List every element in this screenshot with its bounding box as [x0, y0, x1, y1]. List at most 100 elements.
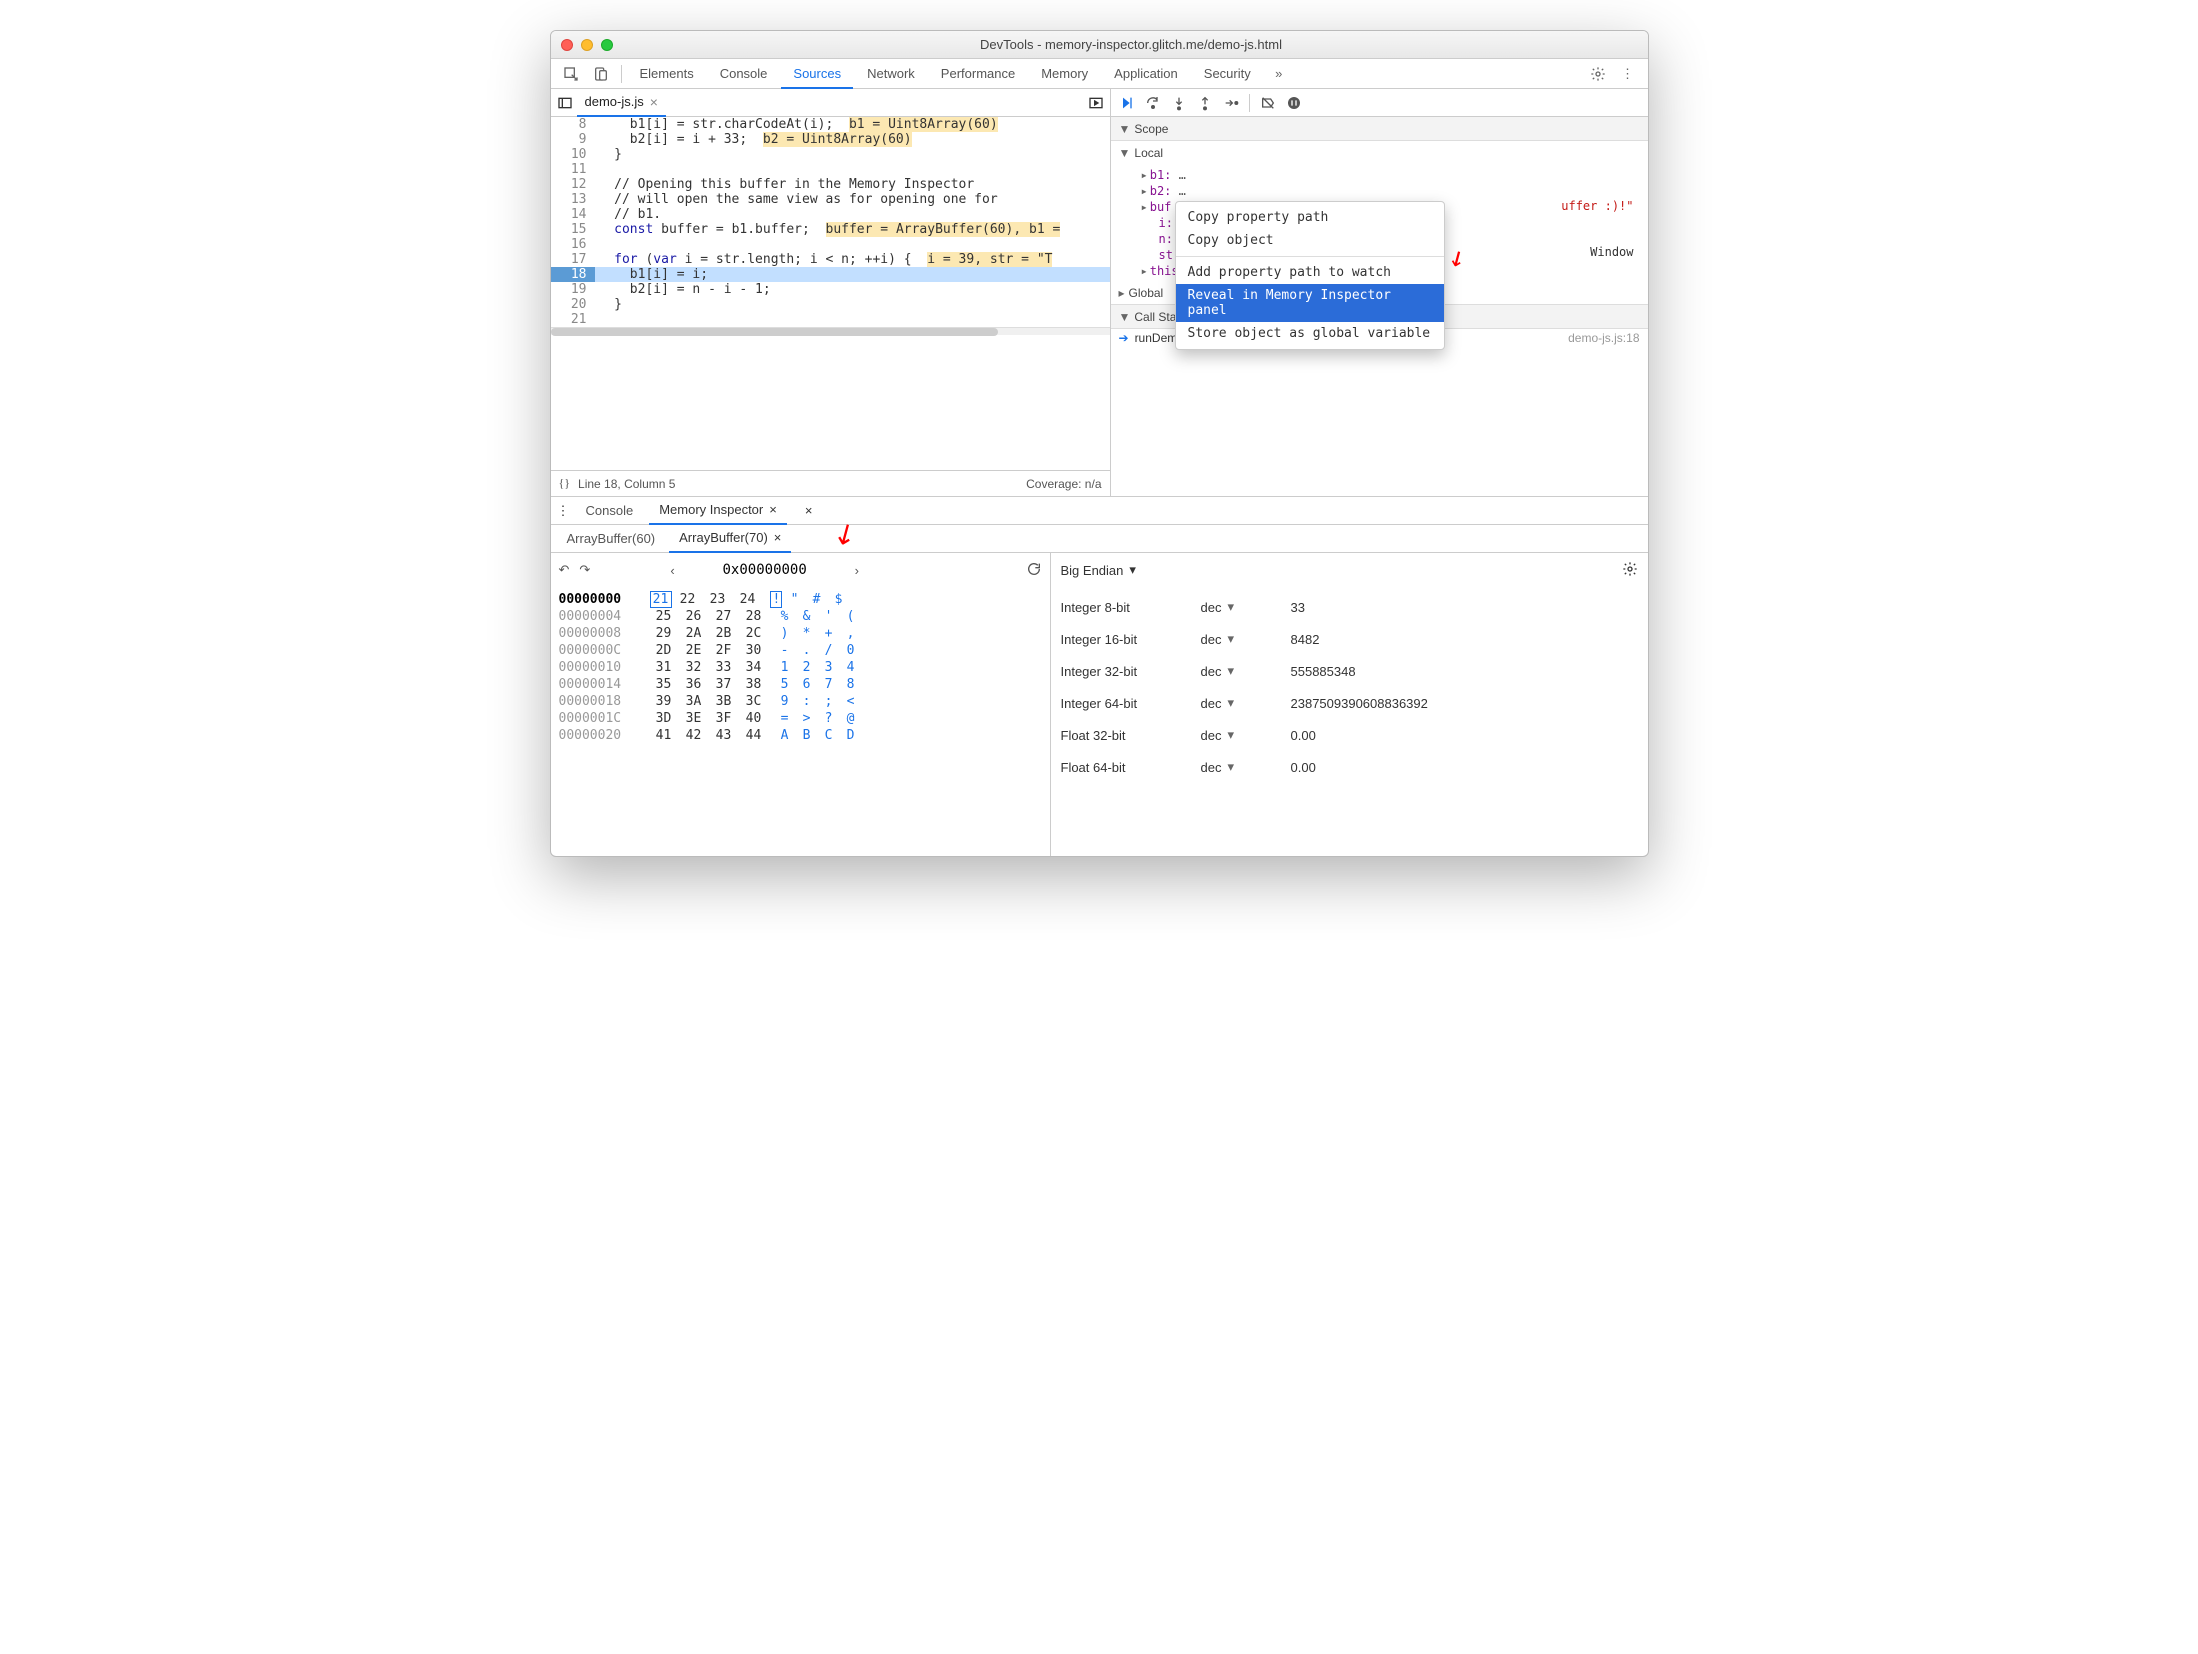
- format-select[interactable]: dec ▾: [1201, 727, 1291, 743]
- tab-sources[interactable]: Sources: [781, 59, 853, 89]
- hex-ascii-char[interactable]: ,: [845, 626, 857, 641]
- hex-ascii-char[interactable]: 2: [801, 660, 813, 675]
- step-button[interactable]: [1223, 95, 1239, 111]
- hex-ascii-char[interactable]: ": [789, 592, 801, 607]
- resume-button[interactable]: [1119, 95, 1135, 111]
- step-into-button[interactable]: [1171, 95, 1187, 111]
- address-input[interactable]: [685, 562, 845, 578]
- hex-ascii-char[interactable]: 6: [801, 677, 813, 692]
- horizontal-scrollbar[interactable]: [551, 327, 1110, 335]
- hex-ascii-char[interactable]: 1: [779, 660, 791, 675]
- hex-byte[interactable]: 29: [653, 626, 675, 641]
- pause-on-exceptions-button[interactable]: [1286, 95, 1302, 111]
- deactivate-breakpoints-button[interactable]: [1260, 95, 1276, 111]
- hex-byte[interactable]: 40: [743, 711, 765, 726]
- hex-byte[interactable]: 2F: [713, 643, 735, 658]
- ctx-copy-object[interactable]: Copy object: [1176, 229, 1444, 252]
- format-select[interactable]: dec ▾: [1201, 599, 1291, 615]
- hex-byte[interactable]: 3D: [653, 711, 675, 726]
- tab-memory[interactable]: Memory: [1029, 59, 1100, 89]
- hex-byte[interactable]: 32: [683, 660, 705, 675]
- prev-page-icon[interactable]: ‹: [670, 563, 674, 578]
- kebab-menu-icon[interactable]: ⋮: [1614, 60, 1642, 88]
- hex-byte[interactable]: 27: [713, 609, 735, 624]
- hex-byte[interactable]: 25: [653, 609, 675, 624]
- step-out-button[interactable]: [1197, 95, 1213, 111]
- more-tabs-icon[interactable]: »: [1265, 60, 1293, 88]
- hex-byte[interactable]: 2A: [683, 626, 705, 641]
- hex-ascii-char[interactable]: ': [823, 609, 835, 624]
- hex-byte[interactable]: 3B: [713, 694, 735, 709]
- close-file-tab-icon[interactable]: ×: [650, 89, 658, 115]
- hex-ascii-char[interactable]: D: [845, 728, 857, 743]
- hex-byte[interactable]: 21: [650, 591, 672, 608]
- hex-byte[interactable]: 36: [683, 677, 705, 692]
- maximize-window-button[interactable]: [601, 39, 613, 51]
- hex-ascii-char[interactable]: $: [833, 592, 845, 607]
- hex-ascii-char[interactable]: -: [779, 643, 791, 658]
- format-select[interactable]: dec ▾: [1201, 759, 1291, 775]
- minimize-window-button[interactable]: [581, 39, 593, 51]
- endian-select[interactable]: Big Endian ▾: [1061, 562, 1136, 578]
- run-snippet-icon[interactable]: [1088, 95, 1104, 111]
- hex-ascii-char[interactable]: ): [779, 626, 791, 641]
- hex-byte[interactable]: 3C: [743, 694, 765, 709]
- tab-elements[interactable]: Elements: [628, 59, 706, 89]
- device-toolbar-icon[interactable]: [587, 60, 615, 88]
- hex-ascii-char[interactable]: %: [779, 609, 791, 624]
- tab-network[interactable]: Network: [855, 59, 927, 89]
- pretty-print-icon[interactable]: {}: [559, 476, 571, 491]
- hex-ascii-char[interactable]: 0: [845, 643, 857, 658]
- hex-byte[interactable]: 35: [653, 677, 675, 692]
- hex-ascii-char[interactable]: C: [823, 728, 835, 743]
- hex-ascii-char[interactable]: =: [779, 711, 791, 726]
- buffer-tab-0[interactable]: ArrayBuffer(60): [557, 525, 666, 553]
- hex-ascii-char[interactable]: /: [823, 643, 835, 658]
- hex-ascii-char[interactable]: B: [801, 728, 813, 743]
- hex-ascii-char[interactable]: 7: [823, 677, 835, 692]
- hex-byte[interactable]: 26: [683, 609, 705, 624]
- ctx-reveal-memory-inspector[interactable]: Reveal in Memory Inspector panel: [1176, 284, 1444, 322]
- settings-icon[interactable]: [1584, 60, 1612, 88]
- close-drawer-tab-icon[interactable]: ×: [769, 497, 777, 523]
- next-page-icon[interactable]: ›: [855, 563, 859, 578]
- ctx-add-watch[interactable]: Add property path to watch: [1176, 261, 1444, 284]
- hex-ascii-char[interactable]: A: [779, 728, 791, 743]
- hex-byte[interactable]: 24: [737, 592, 759, 607]
- hex-byte[interactable]: 34: [743, 660, 765, 675]
- hex-byte[interactable]: 42: [683, 728, 705, 743]
- format-select[interactable]: dec ▾: [1201, 631, 1291, 647]
- buffer-tab-1[interactable]: ArrayBuffer(70)×: [669, 525, 791, 553]
- hex-byte[interactable]: 2D: [653, 643, 675, 658]
- hex-byte[interactable]: 33: [713, 660, 735, 675]
- tab-performance[interactable]: Performance: [929, 59, 1027, 89]
- hex-ascii-char[interactable]: 3: [823, 660, 835, 675]
- hex-byte[interactable]: 44: [743, 728, 765, 743]
- hex-ascii-char[interactable]: >: [801, 711, 813, 726]
- hex-ascii-char[interactable]: 5: [779, 677, 791, 692]
- scope-var-b1[interactable]: ▸b1: …: [1119, 167, 1648, 183]
- hex-byte[interactable]: 23: [707, 592, 729, 607]
- hex-ascii-char[interactable]: 4: [845, 660, 857, 675]
- hex-ascii-char[interactable]: ;: [823, 694, 835, 709]
- scope-local-header[interactable]: ▼Local: [1111, 141, 1648, 165]
- hex-byte[interactable]: 2E: [683, 643, 705, 658]
- ctx-store-global[interactable]: Store object as global variable: [1176, 322, 1444, 345]
- undo-icon[interactable]: ↶: [559, 562, 570, 578]
- refresh-icon[interactable]: [1026, 561, 1042, 580]
- drawer-tab-memory-inspector[interactable]: Memory Inspector×: [649, 497, 787, 525]
- close-buffer-tab-icon[interactable]: ×: [774, 525, 782, 551]
- step-over-button[interactable]: [1145, 95, 1161, 111]
- hex-ascii-char[interactable]: :: [801, 694, 813, 709]
- scope-var-b2[interactable]: ▸b2: …: [1119, 183, 1648, 199]
- tab-console[interactable]: Console: [708, 59, 780, 89]
- hex-byte[interactable]: 39: [653, 694, 675, 709]
- ctx-copy-property-path[interactable]: Copy property path: [1176, 206, 1444, 229]
- redo-icon[interactable]: ↷: [579, 562, 590, 578]
- file-tab-demo-js[interactable]: demo-js.js ×: [577, 89, 666, 117]
- hex-byte[interactable]: 37: [713, 677, 735, 692]
- hex-byte[interactable]: 22: [677, 592, 699, 607]
- format-select[interactable]: dec ▾: [1201, 695, 1291, 711]
- hex-byte[interactable]: 38: [743, 677, 765, 692]
- hex-ascii-char[interactable]: +: [823, 626, 835, 641]
